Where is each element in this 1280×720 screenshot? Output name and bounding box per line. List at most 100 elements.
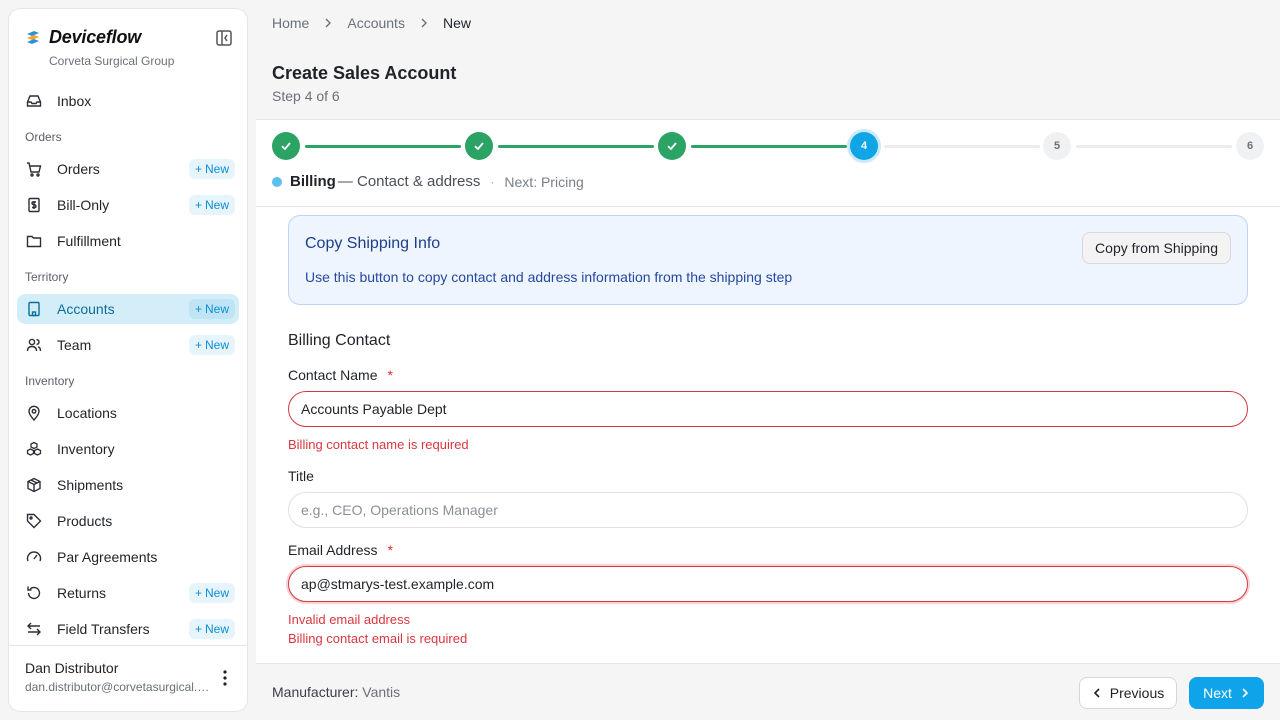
step-connector [884,145,1040,148]
boxes-icon [25,440,43,458]
sidebar-item-orders[interactable]: Orders + New [17,154,239,184]
chevron-right-icon [1242,688,1249,698]
check-icon [474,142,484,151]
sidebar-item-locations[interactable]: Locations [17,398,239,428]
rotate-icon [25,584,43,602]
copy-shipping-card: Copy Shipping Info Use this button to co… [288,215,1248,305]
sidebar-item-label: Returns [57,585,107,601]
sidebar-item-bill-only[interactable]: Bill-Only + New [17,190,239,220]
section-orders: Orders [25,130,62,144]
chevron-right-icon [323,18,333,28]
user-profile[interactable]: Dan Distributor dan.distributor@corvetas… [9,645,247,711]
building-icon [25,300,43,318]
brand[interactable]: Deviceflow [25,27,141,48]
manufacturer-value: Vantis [362,684,401,700]
copy-from-shipping-button[interactable]: Copy from Shipping [1082,232,1231,264]
next-button[interactable]: Next [1189,677,1264,709]
more-vertical-icon[interactable] [217,668,233,688]
cart-icon [25,160,43,178]
contact-name-label: Contact Name * [288,367,393,383]
user-email: dan.distributor@corvetasurgical.com [25,680,210,694]
sidebar-item-field-transfers[interactable]: Field Transfers + New [17,614,239,644]
title-input[interactable] [288,492,1248,528]
user-name: Dan Distributor [25,660,119,676]
users-icon [25,336,43,354]
stepper: 4 5 6 Billing — Contact & address · Next… [256,119,1280,207]
breadcrumb: Home Accounts New [272,15,471,31]
sidebar-item-inbox[interactable]: Inbox [17,86,239,116]
transfer-icon [25,620,43,638]
map-pin-icon [25,404,43,422]
step-caption: Billing — Contact & address · Next: Pric… [272,173,584,190]
next-label: Next [1203,685,1232,701]
previous-button[interactable]: Previous [1079,677,1177,709]
step-3-complete[interactable] [658,132,686,160]
required-marker: * [387,367,393,383]
check-icon [667,142,677,151]
new-label: New [204,198,229,212]
previous-label: Previous [1109,685,1165,701]
inbox-icon [25,92,43,110]
form-content: Copy Shipping Info Use this button to co… [256,207,1280,663]
page-title: Create Sales Account [272,63,457,83]
step-4-current[interactable]: 4 [850,132,878,160]
sidebar-item-label: Orders [57,161,100,177]
new-return-button[interactable]: + New [188,583,235,603]
step-connector [691,145,847,148]
breadcrumb-current: New [442,15,471,31]
email-error-required: Billing contact email is required [288,631,468,646]
chevron-right-icon [419,18,429,28]
step-title: Billing [290,173,336,190]
step-connector [305,145,461,148]
step-6[interactable]: 6 [1236,132,1264,160]
organization-name: Corveta Surgical Group [49,54,175,68]
copy-card-description: Use this button to copy contact and addr… [305,269,793,285]
new-label: New [204,586,229,600]
new-bill-only-button[interactable]: + New [188,195,235,215]
plus-icon: + [194,198,202,212]
sidebar-item-label: Team [57,337,92,353]
manufacturer-label: Manufacturer: [272,684,359,700]
copy-card-title: Copy Shipping Info [305,235,441,252]
new-field-transfer-button[interactable]: + New [188,619,235,639]
plus-icon: + [194,302,202,316]
page-subtitle: Step 4 of 6 [272,88,340,104]
contact-name-input[interactable] [288,391,1248,427]
email-input[interactable] [288,566,1248,602]
sidebar-item-fulfillment[interactable]: Fulfillment [17,226,239,256]
sidebar-item-label: Locations [57,405,117,421]
plus-icon: + [194,338,202,352]
sidebar-item-accounts[interactable]: Accounts + New [17,294,239,324]
title-label: Title [288,468,314,484]
sidebar-item-returns[interactable]: Returns + New [17,578,239,608]
step-connector [1076,145,1232,148]
step-1-complete[interactable] [272,132,300,160]
package-icon [25,476,43,494]
status-dot [272,176,282,187]
collapse-sidebar-icon[interactable] [215,29,233,47]
new-account-button[interactable]: + New [188,299,235,319]
sidebar-item-products[interactable]: Products [17,506,239,536]
manufacturer-info: Manufacturer: Vantis [272,684,400,700]
step-5[interactable]: 5 [1043,132,1071,160]
breadcrumb-home[interactable]: Home [272,15,309,31]
step-2-complete[interactable] [465,132,493,160]
new-order-button[interactable]: + New [188,159,235,179]
sidebar-item-label: Shipments [57,477,124,493]
sidebar-item-shipments[interactable]: Shipments [17,470,239,500]
sidebar-item-inventory[interactable]: Inventory [17,434,239,464]
plus-icon: + [194,162,202,176]
sidebar-item-label: Accounts [57,301,115,317]
wizard-footer: Manufacturer: Vantis Previous Next [256,663,1280,720]
sidebar-item-label: Par Agreements [57,549,158,565]
sidebar-item-label: Inventory [57,441,115,457]
sidebar-item-label: Field Transfers [57,621,150,637]
new-team-member-button[interactable]: + New [188,335,235,355]
email-label: Email Address * [288,542,393,558]
new-label: New [204,338,229,352]
sidebar-item-team[interactable]: Team + New [17,330,239,360]
sidebar-item-label: Fulfillment [57,233,121,249]
deviceflow-logo-icon [27,30,39,44]
breadcrumb-accounts[interactable]: Accounts [347,15,405,31]
sidebar-item-par-agreements[interactable]: Par Agreements [17,542,239,572]
